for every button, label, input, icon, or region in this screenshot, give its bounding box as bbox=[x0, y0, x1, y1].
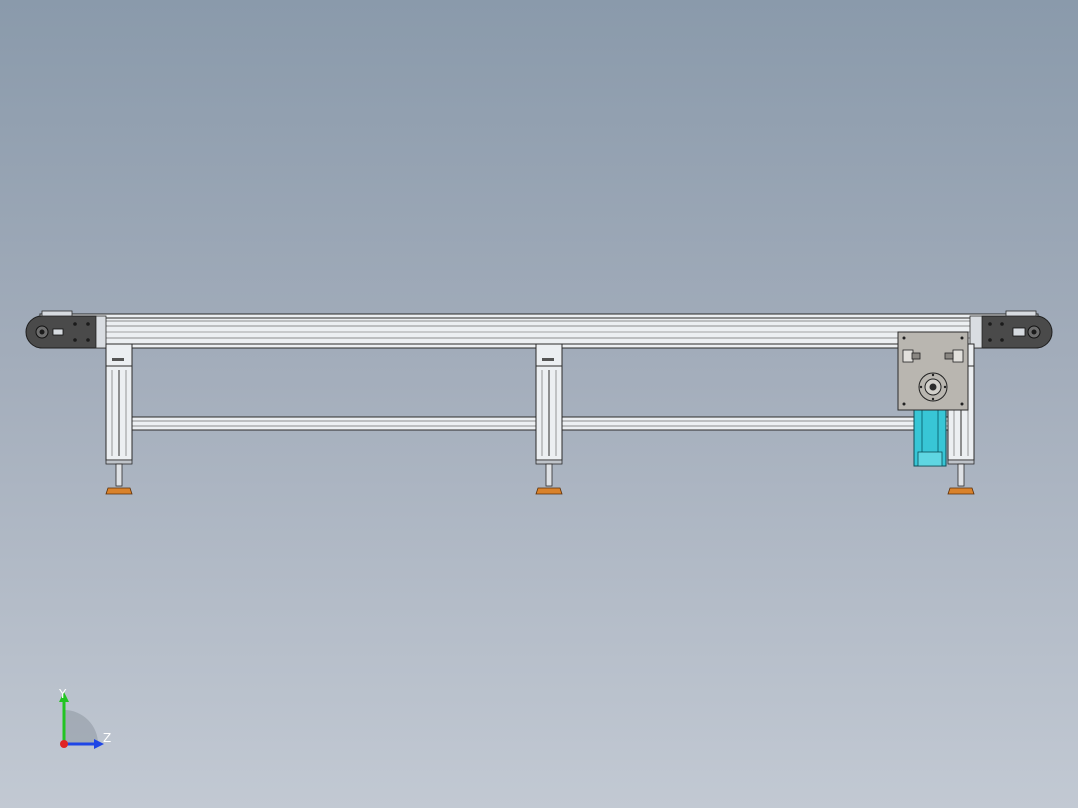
support-leg-left[interactable] bbox=[105, 343, 133, 495]
conveyor-main-rail[interactable] bbox=[39, 313, 1039, 349]
x-axis-origin bbox=[60, 740, 68, 748]
triad-z-label: Z bbox=[103, 731, 112, 745]
support-leg-middle[interactable] bbox=[535, 343, 563, 495]
right-end-cap[interactable] bbox=[969, 310, 1053, 349]
triad-graphic bbox=[59, 692, 104, 749]
cad-graphics-viewport[interactable]: Y Z bbox=[0, 0, 1078, 808]
conveyor-model[interactable] bbox=[0, 0, 1078, 808]
motor-mounting-plate[interactable] bbox=[897, 331, 969, 411]
left-end-cap[interactable] bbox=[25, 310, 107, 349]
drive-motor[interactable] bbox=[913, 405, 947, 467]
triad-y-label: Y bbox=[59, 687, 67, 701]
coordinate-triad: Y Z bbox=[40, 680, 130, 760]
